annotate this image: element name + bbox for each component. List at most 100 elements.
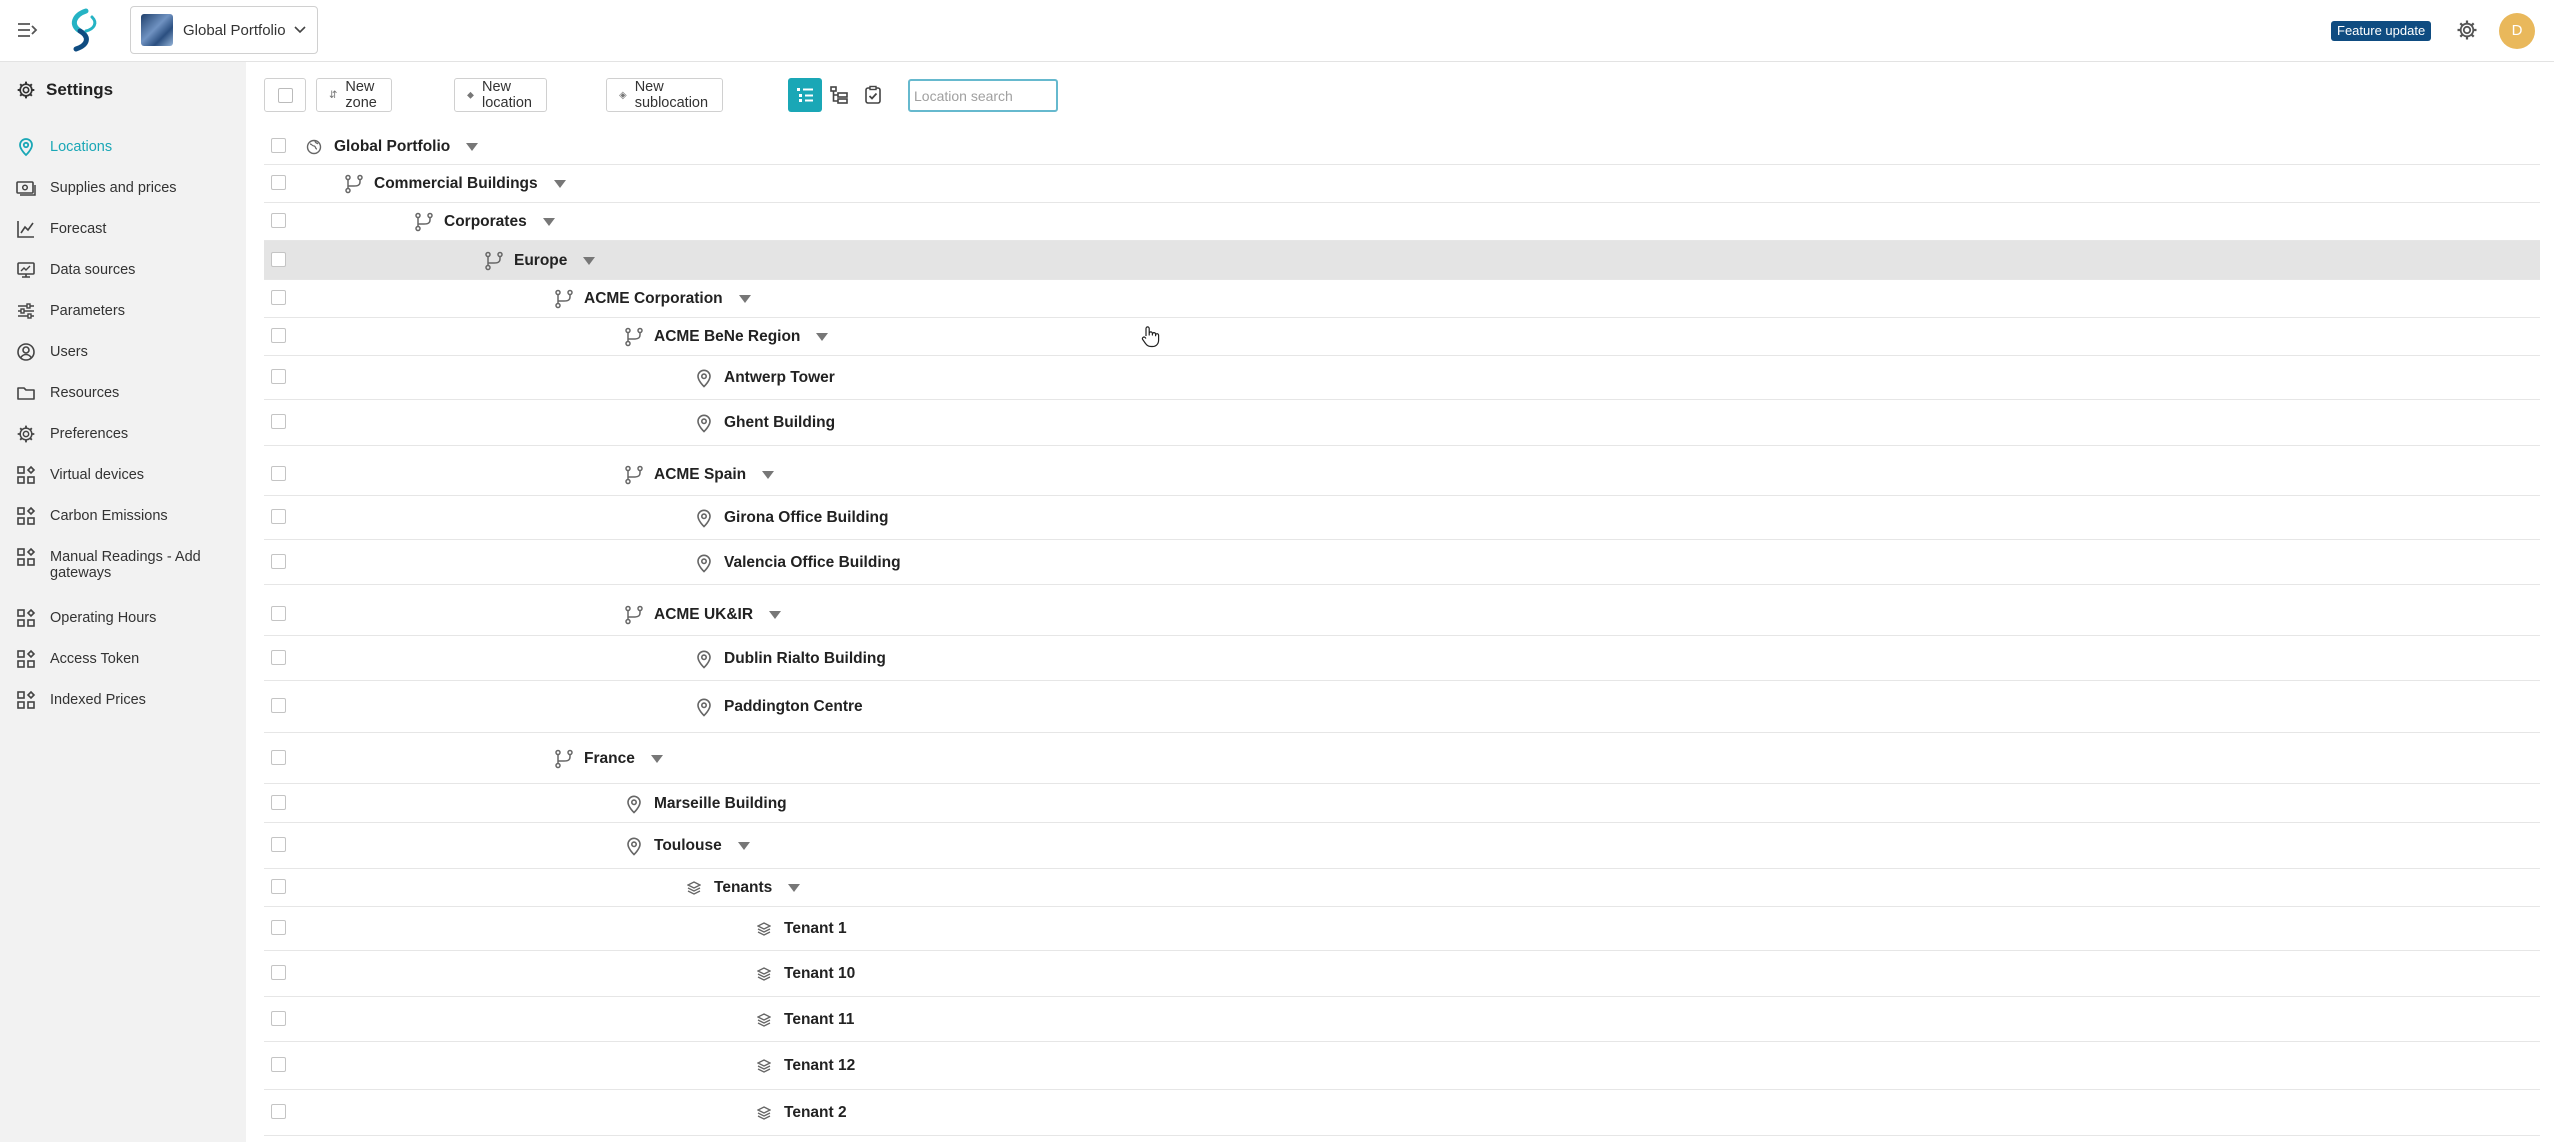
tree-row[interactable]: Tenant 12 (264, 1042, 2540, 1090)
row-checkbox[interactable] (271, 414, 286, 429)
expand-caret-icon[interactable] (816, 333, 829, 341)
expand-caret-icon[interactable] (769, 611, 782, 619)
sidebar-item-users[interactable]: Users (16, 342, 236, 362)
tree-row[interactable]: Valencia Office Building (264, 540, 2540, 585)
sidebar-item-parameters[interactable]: Parameters (16, 301, 236, 321)
tree-node[interactable]: Commercial Buildings (344, 173, 566, 195)
tree-row[interactable]: ACME UK&IR (264, 594, 2540, 636)
tree-row[interactable]: Dublin Rialto Building (264, 636, 2540, 681)
collapse-menu-icon[interactable] (16, 18, 40, 42)
row-checkbox[interactable] (271, 466, 286, 481)
user-avatar[interactable]: D (2499, 13, 2535, 49)
feature-update-badge[interactable]: Feature update (2331, 21, 2432, 41)
tree-row[interactable]: Toulouse (264, 823, 2540, 869)
tree-row[interactable]: Girona Office Building (264, 496, 2540, 540)
tree-node[interactable]: Toulouse (624, 835, 750, 857)
expand-caret-icon[interactable] (737, 842, 750, 850)
sidebar-item-forecast[interactable]: Forecast (16, 219, 236, 239)
tree-row[interactable]: Tenant 10 (264, 951, 2540, 997)
sidebar-item-locations[interactable]: Locations (16, 137, 236, 157)
sidebar-item-supplies-and-prices[interactable]: Supplies and prices (16, 178, 236, 198)
tree-row[interactable]: Global Portfolio (264, 128, 2540, 165)
tree-row[interactable]: Tenant 11 (264, 997, 2540, 1042)
row-checkbox[interactable] (271, 252, 286, 267)
expand-caret-icon[interactable] (466, 143, 479, 151)
tree-row[interactable]: Antwerp Tower (264, 356, 2540, 400)
tree-row[interactable]: Ghent Building (264, 400, 2540, 446)
sidebar-item-carbon-emissions[interactable]: Carbon Emissions (16, 506, 236, 526)
expand-caret-icon[interactable] (738, 295, 751, 303)
expand-caret-icon[interactable] (788, 884, 801, 892)
tree-row[interactable]: Marseille Building (264, 784, 2540, 823)
row-checkbox[interactable] (271, 138, 286, 153)
gear-icon[interactable] (2455, 18, 2479, 42)
tree-node[interactable]: Paddington Centre (694, 696, 863, 718)
portfolio-selector[interactable]: Global Portfolio (130, 6, 318, 54)
row-checkbox[interactable] (271, 698, 286, 713)
tree-row[interactable]: Europe (264, 241, 2540, 280)
tree-node[interactable]: ACME UK&IR (624, 604, 782, 626)
tree-node[interactable]: Dublin Rialto Building (694, 648, 886, 670)
tree-row[interactable]: ACME Spain (264, 454, 2540, 496)
tree-row[interactable]: Corporates (264, 203, 2540, 241)
tree-row[interactable]: ACME BeNe Region (264, 318, 2540, 356)
list-view-toggle[interactable] (788, 78, 822, 112)
tree-row[interactable]: Tenant 2 (264, 1090, 2540, 1136)
tree-row[interactable]: Tenant 1 (264, 907, 2540, 951)
tree-node[interactable]: ACME Corporation (554, 288, 751, 310)
tree-node[interactable]: ACME Spain (624, 464, 775, 486)
row-checkbox[interactable] (271, 290, 286, 305)
expand-caret-icon[interactable] (553, 180, 566, 188)
tree-node[interactable]: ACME BeNe Region (624, 326, 829, 348)
row-checkbox[interactable] (271, 606, 286, 621)
location-search-input[interactable] (908, 79, 1058, 112)
expand-caret-icon[interactable] (583, 257, 596, 265)
row-checkbox[interactable] (271, 1011, 286, 1026)
sidebar-item-resources[interactable]: Resources (16, 383, 236, 403)
tree-node[interactable]: Global Portfolio (304, 136, 479, 158)
sidebar-item-indexed-prices[interactable]: Indexed Prices (16, 690, 236, 710)
tree-node[interactable]: Antwerp Tower (694, 367, 835, 389)
tree-node[interactable]: Valencia Office Building (694, 552, 901, 574)
row-checkbox[interactable] (271, 1057, 286, 1072)
row-checkbox[interactable] (271, 509, 286, 524)
sidebar-item-virtual-devices[interactable]: Virtual devices (16, 465, 236, 485)
row-checkbox[interactable] (271, 1104, 286, 1119)
row-checkbox[interactable] (271, 175, 286, 190)
app-logo[interactable] (60, 7, 106, 53)
row-checkbox[interactable] (271, 920, 286, 935)
sidebar-item-preferences[interactable]: Preferences (16, 424, 236, 444)
tree-node[interactable]: Tenant 1 (754, 918, 847, 940)
tree-row[interactable]: Paddington Centre (264, 681, 2540, 733)
tree-node[interactable]: Europe (484, 250, 596, 272)
tree-node[interactable]: France (554, 748, 663, 770)
tree-view-toggle[interactable] (822, 78, 856, 112)
row-checkbox[interactable] (271, 750, 286, 765)
row-checkbox[interactable] (271, 554, 286, 569)
row-checkbox[interactable] (271, 837, 286, 852)
row-checkbox[interactable] (271, 328, 286, 343)
row-checkbox[interactable] (271, 965, 286, 980)
expand-caret-icon[interactable] (762, 471, 775, 479)
tree-row[interactable]: France (264, 733, 2540, 784)
tree-node[interactable]: Tenants (684, 877, 801, 899)
tree-node[interactable]: Tenant 11 (754, 1009, 854, 1031)
tree-node[interactable]: Corporates (414, 211, 555, 233)
tree-node[interactable]: Marseille Building (624, 793, 787, 815)
tree-node[interactable]: Tenant 12 (754, 1055, 855, 1077)
sidebar-item-manual-readings-add-gateways[interactable]: Manual Readings - Add gateways (16, 547, 236, 581)
new-sublocation-button[interactable]: ◈ New sublocation (606, 78, 724, 112)
row-checkbox[interactable] (271, 213, 286, 228)
tree-row[interactable]: ACME Corporation (264, 280, 2540, 318)
row-checkbox[interactable] (271, 795, 286, 810)
row-checkbox[interactable] (271, 650, 286, 665)
new-location-button[interactable]: ⬥ New location (454, 78, 547, 112)
tree-row[interactable]: Commercial Buildings (264, 165, 2540, 203)
checklist-view-toggle[interactable] (856, 78, 890, 112)
tree-row[interactable]: Tenants (264, 869, 2540, 907)
tree-node[interactable]: Ghent Building (694, 412, 835, 434)
row-checkbox[interactable] (271, 879, 286, 894)
row-checkbox[interactable] (271, 369, 286, 384)
select-all-checkbox[interactable] (264, 78, 306, 112)
expand-caret-icon[interactable] (542, 218, 555, 226)
